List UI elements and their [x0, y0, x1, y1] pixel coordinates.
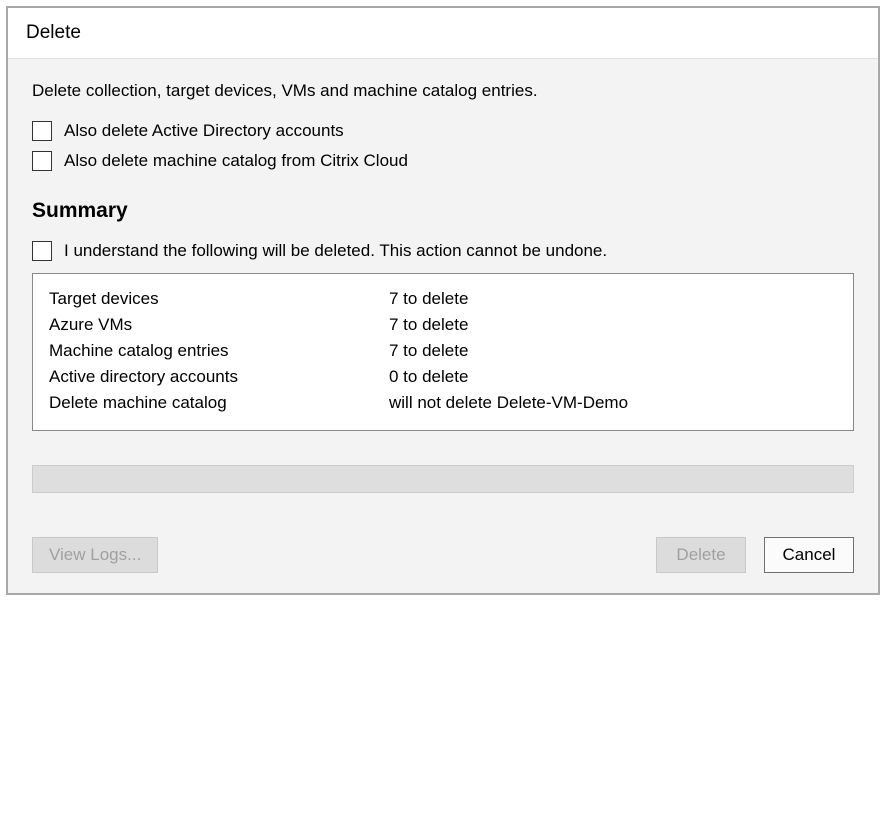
summary-label: Active directory accounts	[49, 367, 389, 387]
summary-row: Delete machine catalog will not delete D…	[49, 390, 837, 416]
checkbox-also-delete-ad[interactable]: Also delete Active Directory accounts	[32, 121, 854, 141]
dialog-body: Delete collection, target devices, VMs a…	[8, 59, 878, 537]
checkbox-confirm-understand[interactable]: I understand the following will be delet…	[32, 241, 854, 261]
summary-label: Delete machine catalog	[49, 393, 389, 413]
summary-value: 7 to delete	[389, 341, 837, 361]
summary-label: Machine catalog entries	[49, 341, 389, 361]
summary-label: Target devices	[49, 289, 389, 309]
button-row: View Logs... Delete Cancel	[8, 537, 878, 593]
checkbox-also-delete-catalog[interactable]: Also delete machine catalog from Citrix …	[32, 151, 854, 171]
cancel-button[interactable]: Cancel	[764, 537, 854, 573]
checkbox-icon[interactable]	[32, 121, 52, 141]
summary-row: Azure VMs 7 to delete	[49, 312, 837, 338]
progress-bar	[32, 465, 854, 493]
confirm-label: I understand the following will be delet…	[64, 241, 607, 261]
summary-box: Target devices 7 to delete Azure VMs 7 t…	[32, 273, 854, 431]
dialog-title: Delete	[8, 8, 878, 59]
view-logs-button[interactable]: View Logs...	[32, 537, 158, 573]
intro-text: Delete collection, target devices, VMs a…	[32, 81, 854, 101]
summary-value: 7 to delete	[389, 289, 837, 309]
summary-heading: Summary	[32, 199, 854, 223]
summary-row: Target devices 7 to delete	[49, 286, 837, 312]
checkbox-catalog-label: Also delete machine catalog from Citrix …	[64, 151, 408, 171]
checkbox-icon[interactable]	[32, 241, 52, 261]
checkbox-icon[interactable]	[32, 151, 52, 171]
summary-value: 0 to delete	[389, 367, 837, 387]
delete-dialog: Delete Delete collection, target devices…	[6, 6, 880, 595]
summary-label: Azure VMs	[49, 315, 389, 335]
checkbox-ad-label: Also delete Active Directory accounts	[64, 121, 344, 141]
delete-button[interactable]: Delete	[656, 537, 746, 573]
summary-row: Machine catalog entries 7 to delete	[49, 338, 837, 364]
summary-value: will not delete Delete-VM-Demo	[389, 393, 837, 413]
summary-row: Active directory accounts 0 to delete	[49, 364, 837, 390]
summary-value: 7 to delete	[389, 315, 837, 335]
